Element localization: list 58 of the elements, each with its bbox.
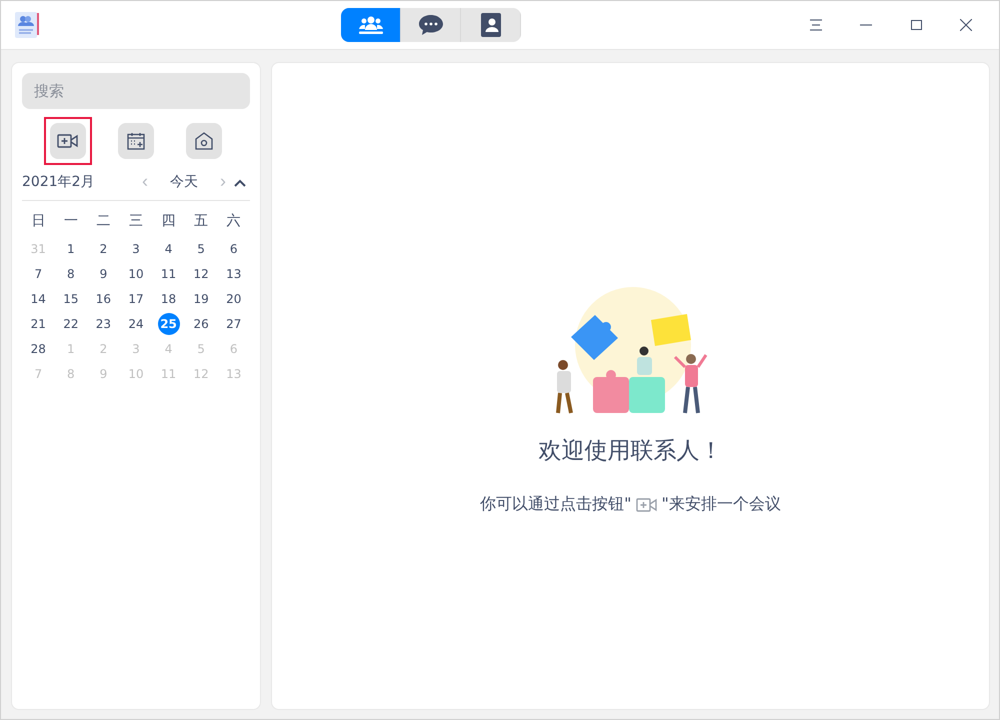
calendar-day[interactable]: 14 [27,288,50,310]
menu-icon [810,19,822,31]
calendar-day[interactable]: 9 [92,263,114,285]
calendar-day[interactable]: 4 [158,238,180,260]
weekday-label: 一 [62,212,79,231]
weekday-label: 六 [226,212,242,231]
welcome-title: 欢迎使用联系人！ [538,437,722,466]
maximize-icon [910,20,922,30]
calendar-day[interactable]: 24 [124,313,147,335]
calendar-day[interactable]: 10 [124,263,147,285]
minimize-icon [860,24,872,26]
today-button[interactable]: 今天 [152,172,216,190]
weekday-label: 三 [128,212,144,231]
calendar-day[interactable]: 18 [158,288,180,310]
calendar-day[interactable]: 16 [92,288,114,310]
app-logo-icon [13,10,41,40]
calendar-day[interactable]: 20 [222,288,245,310]
contact-card-icon [480,13,502,37]
weekday-label: 四 [160,212,177,231]
calendar-add-icon [127,132,145,150]
hint-text: 你可以通过点击按钮" [480,494,632,515]
calendar-day[interactable]: 8 [60,263,82,285]
calendar-day[interactable]: 11 [158,263,180,285]
video-add-icon [636,498,658,512]
home-gear-icon [195,132,213,150]
group-icon [358,15,384,35]
calendar-day[interactable]: 21 [27,313,50,335]
tool-button[interactable] [50,123,86,159]
calendar-day[interactable]: 28 [27,338,50,360]
calendar-day[interactable]: 17 [124,288,147,310]
calendar-day[interactable]: 25 [158,313,180,335]
calendar-day[interactable]: 3 [124,238,147,260]
weekday-label: 二 [95,212,112,231]
tool-button[interactable] [118,123,154,159]
calendar-day[interactable]: 5 [190,238,212,260]
weekday-label: 日 [30,212,46,231]
calendar-day[interactable]: 2 [92,238,114,260]
calendar-day[interactable]: 19 [190,288,212,310]
search-field[interactable]: 搜索 [22,73,250,109]
calendar-day[interactable]: 13 [222,263,245,285]
view-tab[interactable] [341,8,401,42]
hint-text: "来安排一个会议 [662,494,781,515]
calendar-day[interactable]: 22 [60,313,82,335]
month-label: 2021年2月 [22,172,95,190]
calendar-day[interactable]: 15 [60,288,82,310]
weekday-label: 五 [193,212,210,231]
chevron-up-icon [234,179,246,187]
calendar-day[interactable]: 27 [222,313,245,335]
calendar-day[interactable]: 6 [222,238,245,260]
chat-bubble-icon [418,14,444,36]
calendar-day[interactable]: 23 [92,313,114,335]
close-icon [960,19,972,31]
video-add-icon [57,134,79,148]
calendar-day[interactable]: 12 [190,263,212,285]
tool-button[interactable] [186,123,222,159]
calendar-day[interactable]: 26 [190,313,212,335]
calendar-day[interactable]: 7 [27,263,50,285]
calendar-day[interactable]: 1 [60,238,82,260]
